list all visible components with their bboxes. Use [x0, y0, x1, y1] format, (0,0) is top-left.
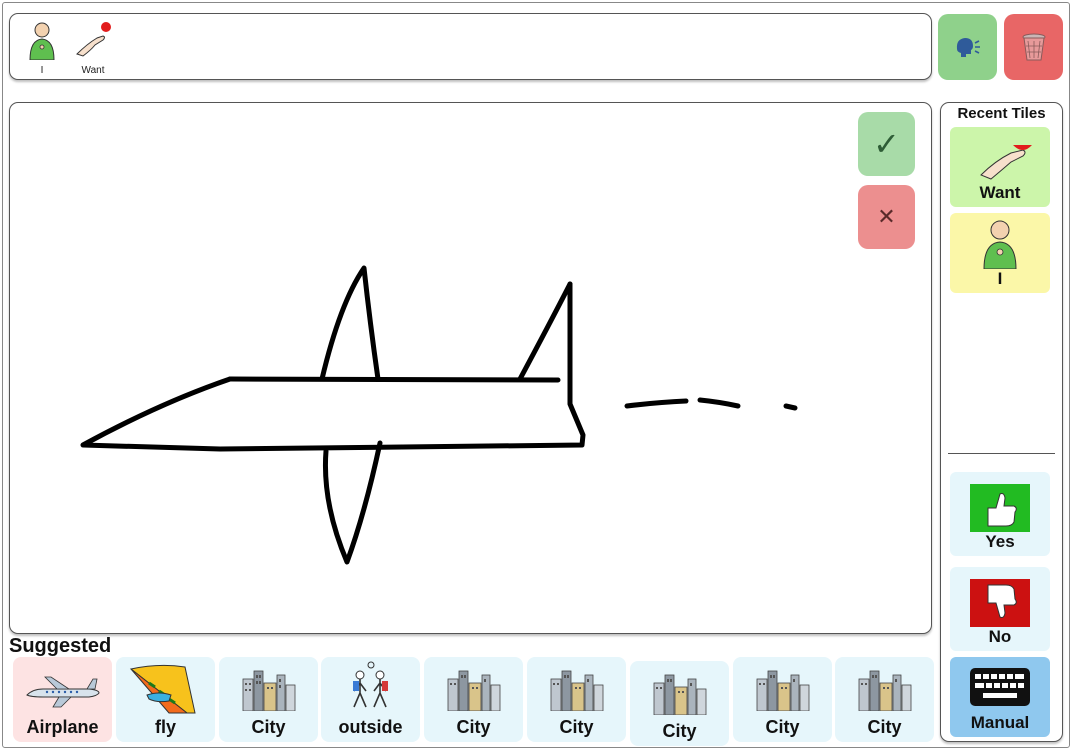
city-icon — [858, 670, 911, 711]
suggested-tile-label: City — [867, 717, 902, 737]
sentence-tile-label: Want — [81, 65, 105, 76]
suggested-title: Suggested — [9, 635, 112, 657]
recent-tile-label: I — [997, 269, 1003, 288]
airplane-drawing — [80, 265, 798, 565]
speak-button[interactable] — [938, 14, 997, 80]
recent-tiles-panel: Recent Tiles Want I Yes No Manual — [940, 102, 1063, 742]
confirm-button[interactable]: ✓ — [858, 112, 915, 176]
thumbs-down-icon — [970, 579, 1030, 627]
trash-icon — [1022, 33, 1045, 61]
manual-label: Manual — [970, 713, 1030, 732]
city-icon — [550, 670, 603, 711]
recent-tile-want[interactable]: Want — [950, 127, 1050, 207]
suggested-tile-outside[interactable]: outside — [321, 657, 420, 742]
city-icon — [447, 670, 500, 711]
recent-tiles-title: Recent Tiles — [957, 105, 1046, 122]
no-button[interactable]: No — [950, 567, 1050, 651]
suggested-tile-label: outside — [338, 717, 403, 737]
suggested-tile-airplane[interactable]: Airplane — [13, 657, 112, 742]
recent-tile-label: Want — [979, 183, 1021, 202]
suggested-tile-label: fly — [154, 717, 176, 737]
close-icon: ✕ — [877, 204, 896, 230]
drawing-canvas[interactable]: ✓ ✕ — [9, 102, 932, 634]
city-icon — [653, 674, 706, 715]
suggested-tile-city[interactable]: City — [527, 657, 626, 742]
suggested-tile-label: City — [765, 717, 800, 737]
sentence-tile-want[interactable]: Want — [68, 20, 118, 76]
manual-button[interactable]: Manual — [950, 657, 1050, 737]
city-icon — [756, 670, 809, 711]
city-icon — [242, 670, 295, 711]
hand-want-icon — [76, 22, 111, 57]
sentence-bar[interactable]: I Want — [9, 13, 932, 80]
yes-label: Yes — [985, 532, 1015, 551]
keyboard-icon — [970, 668, 1030, 706]
no-label: No — [988, 627, 1012, 646]
suggested-tile-city[interactable]: City — [219, 657, 318, 742]
suggested-tile-fly[interactable]: fly — [116, 657, 215, 742]
thumbs-up-icon — [970, 484, 1030, 532]
hang-glider-icon — [129, 664, 196, 714]
clear-button[interactable] — [1004, 14, 1063, 80]
hand-want-icon — [980, 145, 1032, 180]
suggested-tile-city[interactable]: City — [835, 657, 934, 742]
panel-divider — [948, 453, 1055, 454]
sentence-tile-label: I — [40, 65, 44, 76]
suggested-tile-label: City — [251, 717, 286, 737]
suggested-tile-city[interactable]: City — [630, 661, 729, 746]
suggested-tile-city[interactable]: City — [733, 657, 832, 742]
suggested-tile-label: Airplane — [26, 717, 99, 737]
suggested-tile-label: City — [559, 717, 594, 737]
check-icon: ✓ — [873, 125, 900, 163]
suggested-tile-label: City — [662, 721, 697, 741]
suggested-tile-label: City — [456, 717, 491, 737]
cancel-button[interactable]: ✕ — [858, 185, 915, 249]
walking-people-icon — [352, 661, 388, 708]
recent-tile-i[interactable]: I — [950, 213, 1050, 293]
person-self-icon — [983, 220, 1017, 269]
yes-button[interactable]: Yes — [950, 472, 1050, 556]
suggested-tile-city[interactable]: City — [424, 657, 523, 742]
airplane-icon — [25, 676, 100, 708]
person-self-icon — [29, 22, 55, 60]
sentence-tile-i[interactable]: I — [22, 20, 62, 76]
speak-icon — [956, 38, 980, 57]
